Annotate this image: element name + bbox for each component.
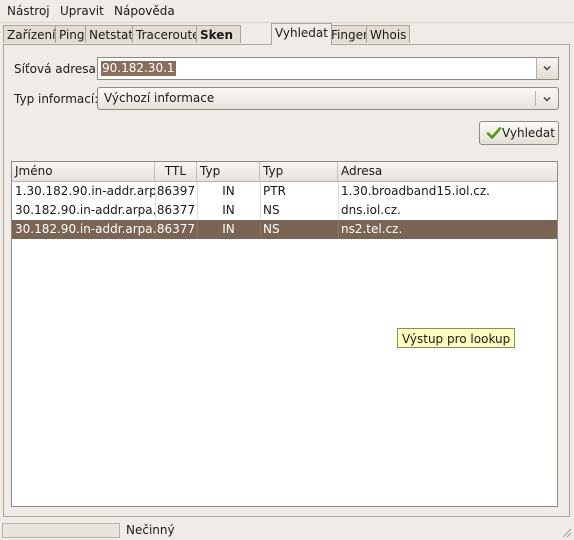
progress-area xyxy=(2,523,120,538)
column-divider xyxy=(155,182,156,201)
tab-whois[interactable]: Whois xyxy=(366,25,411,43)
column-divider xyxy=(197,201,198,220)
tab-vyhledat[interactable]: Vyhledat xyxy=(271,23,332,45)
info-type-value: Výchozí informace xyxy=(104,91,215,105)
column-divider xyxy=(338,182,339,201)
column-divider xyxy=(260,201,261,220)
cell-ttl: 86377 xyxy=(156,222,196,236)
resize-grip-icon[interactable] xyxy=(560,526,572,538)
tab-zarizeni[interactable]: Zařízení xyxy=(3,25,60,43)
cell-record-type: PTR xyxy=(263,184,286,198)
column-header-ttl[interactable]: TTL xyxy=(155,162,197,181)
info-type-select[interactable]: Výchozí informace xyxy=(97,87,559,110)
column-header-addr-type[interactable]: Typ adresy xyxy=(197,162,260,197)
address-combo[interactable]: 90.182.30.1 xyxy=(97,57,559,80)
tab-traceroute[interactable]: Traceroute xyxy=(132,25,204,43)
column-divider xyxy=(260,182,261,201)
column-header-record-type[interactable]: Typ záznamu xyxy=(260,162,338,197)
address-label: Síťová adresa: xyxy=(14,62,100,76)
table-row[interactable]: 1.30.182.90.in-addr.arpa. 86397 IN PTR 1… xyxy=(12,182,557,201)
tooltip: Výstup pro lookup xyxy=(397,328,516,348)
column-header-name[interactable]: Jméno xyxy=(12,162,155,181)
lookup-button[interactable]: Vyhledat xyxy=(479,121,559,145)
chevron-down-icon xyxy=(543,66,551,71)
column-divider xyxy=(338,220,339,239)
chevron-down-icon xyxy=(543,97,551,102)
tab-ping[interactable]: Ping xyxy=(55,25,89,43)
cell-name: 30.182.90.in-addr.arpa. xyxy=(15,203,155,217)
cell-record-type: NS xyxy=(263,203,280,217)
cell-address: 1.30.broadband15.iol.cz. xyxy=(341,184,490,198)
column-header-address[interactable]: Adresa xyxy=(338,162,557,181)
menu-nastroj[interactable]: Nástroj xyxy=(5,3,52,19)
checkmark-icon xyxy=(486,127,502,139)
column-divider xyxy=(155,201,156,220)
column-divider xyxy=(197,220,198,239)
cell-address: ns2.tel.cz. xyxy=(341,222,403,236)
menu-upravit[interactable]: Upravit xyxy=(58,3,106,19)
cell-address: dns.iol.cz. xyxy=(341,203,401,217)
tab-netstat[interactable]: Netstat xyxy=(85,25,138,43)
status-text: Nečinný xyxy=(126,523,175,537)
info-type-label: Typ informací: xyxy=(14,92,99,106)
cell-ttl: 86377 xyxy=(156,203,196,217)
lookup-button-label: Vyhledat xyxy=(502,126,555,140)
column-divider xyxy=(155,220,156,239)
menubar: Nástroj Upravit Nápověda xyxy=(0,0,574,23)
table-row[interactable]: 30.182.90.in-addr.arpa. 86377 IN NS dns.… xyxy=(12,201,557,220)
column-divider xyxy=(260,220,261,239)
address-input[interactable]: 90.182.30.1 xyxy=(101,61,176,76)
cell-name: 30.182.90.in-addr.arpa. xyxy=(15,222,155,236)
cell-addr-type: IN xyxy=(222,222,235,236)
address-dropdown-button[interactable] xyxy=(536,58,558,79)
table-header: Jméno TTL Typ adresy Typ záznamu Adresa xyxy=(12,162,557,197)
table-row-selected[interactable]: 30.182.90.in-addr.arpa. 86377 IN NS ns2.… xyxy=(12,220,557,239)
tab-sken-portu[interactable]: Sken portů xyxy=(196,25,242,60)
cell-name: 1.30.182.90.in-addr.arpa. xyxy=(15,184,155,198)
column-divider xyxy=(338,201,339,220)
cell-addr-type: IN xyxy=(222,203,235,217)
cell-addr-type: IN xyxy=(222,184,235,198)
menu-napoveda[interactable]: Nápověda xyxy=(112,3,177,19)
cell-ttl: 86397 xyxy=(156,184,196,198)
column-divider xyxy=(197,182,198,201)
statusbar: Nečinný xyxy=(0,520,574,540)
cell-record-type: NS xyxy=(263,222,280,236)
combo-separator xyxy=(535,91,536,106)
